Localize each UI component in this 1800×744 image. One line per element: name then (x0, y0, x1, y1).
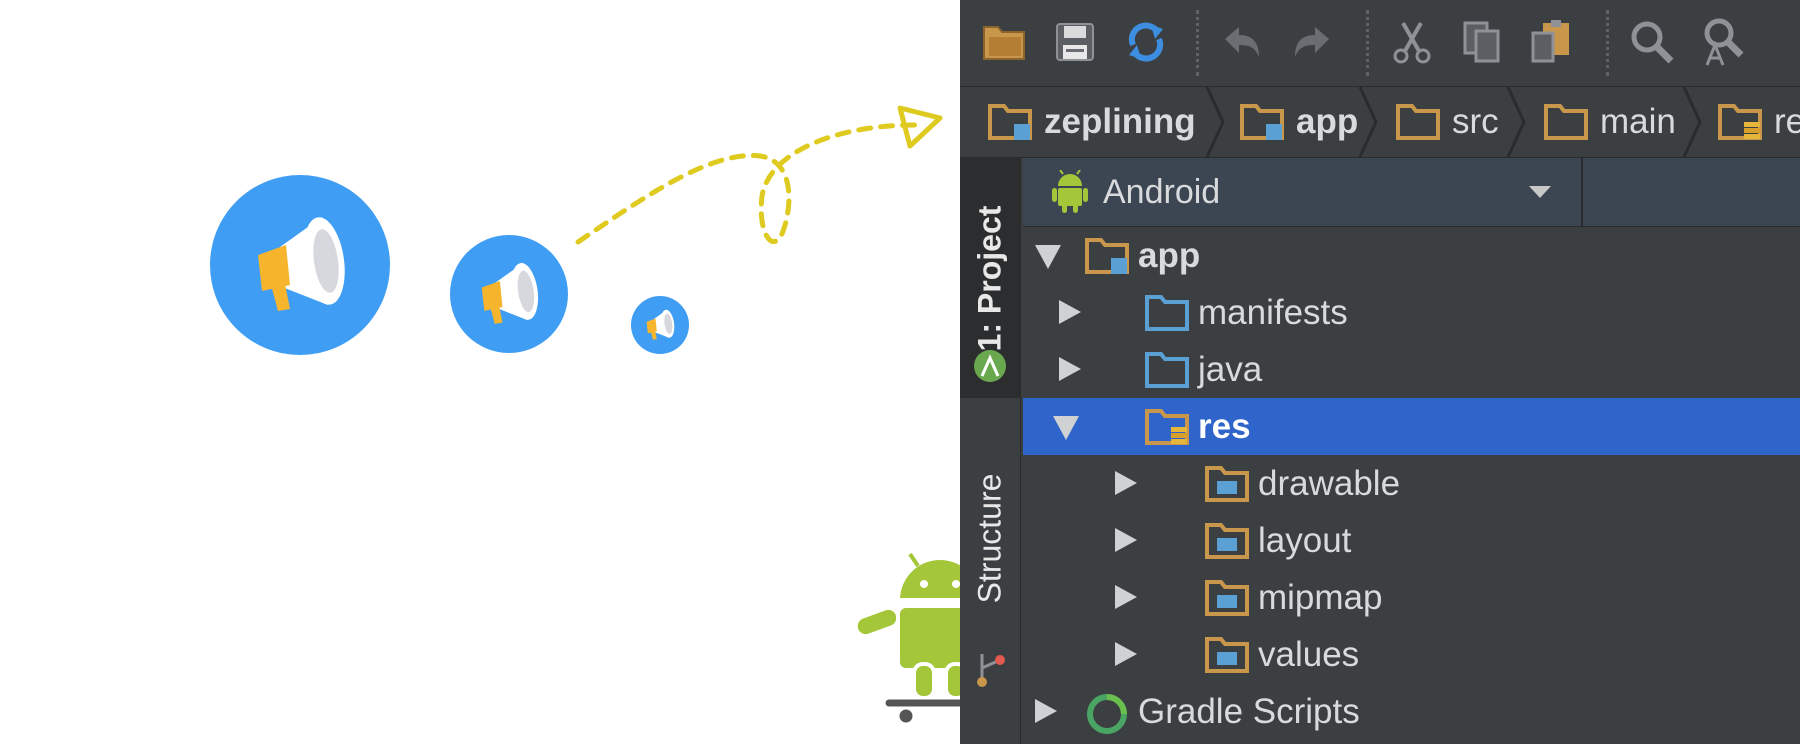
tree-row-java[interactable]: java (1023, 341, 1800, 398)
project-tree: app manifests java res drawable layout m… (1023, 227, 1800, 744)
module-folder-icon (1240, 104, 1284, 140)
breadcrumb-item[interactable]: main (1544, 87, 1676, 157)
megaphone-icon-medium (450, 235, 568, 353)
android-mascot (853, 552, 960, 726)
breadcrumb-label: zeplining (1044, 102, 1196, 141)
paste-button[interactable] (1526, 16, 1578, 68)
tree-row-layout[interactable]: layout (1023, 512, 1800, 569)
tree-row-label: java (1198, 350, 1263, 389)
tree-row-label: drawable (1258, 464, 1401, 503)
open-folder-icon (983, 26, 1025, 60)
tree-row-label: manifests (1198, 293, 1348, 332)
expand-toggle-icon[interactable] (1035, 245, 1061, 269)
save-icon (1056, 23, 1094, 61)
toolbar-separator (1606, 10, 1609, 76)
tree-row-manifests[interactable]: manifests (1023, 284, 1800, 341)
view-selector-dropdown[interactable]: Android (1023, 158, 1583, 226)
resource-subfolder-icon (1205, 523, 1249, 559)
tree-row-label: layout (1258, 521, 1352, 560)
collapse-toggle-icon[interactable] (1115, 642, 1137, 666)
tree-row-res[interactable]: res (1023, 398, 1800, 455)
collapse-toggle-icon[interactable] (1115, 585, 1137, 609)
megaphone-icon-small (631, 296, 689, 354)
breadcrumb-separator (1682, 87, 1702, 157)
cut-icon (1393, 22, 1431, 64)
megaphone-icon-large (210, 175, 390, 355)
collapse-toggle-icon[interactable] (1059, 300, 1081, 324)
tree-row-gradle-scripts[interactable]: Gradle Scripts (1023, 683, 1800, 740)
source-folder-icon (1145, 352, 1189, 388)
view-selector-bar: Android (1023, 158, 1800, 227)
undo-button[interactable] (1216, 16, 1268, 68)
view-selector-label: Android (1103, 172, 1221, 211)
folder-icon (1544, 104, 1588, 140)
find-icon (1631, 21, 1674, 64)
tree-row-label: mipmap (1258, 578, 1383, 617)
tree-row-label: app (1138, 236, 1201, 275)
tree-row-label: values (1258, 635, 1360, 674)
breadcrumb-item[interactable]: re (1718, 87, 1800, 157)
illustration (210, 105, 960, 726)
resource-subfolder-icon (1205, 580, 1249, 616)
breadcrumb-label: main (1600, 102, 1676, 141)
android-icon (1052, 170, 1088, 213)
collapse-toggle-icon[interactable] (1115, 528, 1137, 552)
replace-button[interactable] (1696, 16, 1748, 68)
chevron-down-icon (1529, 186, 1551, 198)
find-button[interactable] (1626, 16, 1678, 68)
paste-icon (1531, 20, 1569, 63)
gradle-icon (1087, 694, 1127, 734)
tree-row-values[interactable]: values (1023, 626, 1800, 683)
main-toolbar (960, 0, 1800, 87)
sync-button[interactable] (1120, 16, 1172, 68)
tree-row-mipmap[interactable]: mipmap (1023, 569, 1800, 626)
copy-button[interactable] (1456, 16, 1508, 68)
redo-icon (1295, 27, 1329, 57)
dashed-arrow (575, 105, 943, 245)
collapse-toggle-icon[interactable] (1059, 357, 1081, 381)
structure-icon (977, 654, 1005, 687)
tool-window-strip: 1: Project Structure (960, 158, 1021, 744)
replace-icon (1704, 18, 1744, 66)
tab-structure[interactable]: Structure (960, 408, 1020, 668)
resource-folder-icon (1145, 409, 1189, 445)
ide-panel: zeplining app src main re 1: Project Str… (960, 0, 1800, 744)
resource-subfolder-icon (1205, 466, 1249, 502)
tree-row-label: res (1198, 407, 1251, 446)
collapse-toggle-icon[interactable] (1035, 699, 1057, 723)
redo-button[interactable] (1286, 16, 1338, 68)
breadcrumb-separator (1205, 87, 1225, 157)
toolbar-separator (1366, 10, 1369, 76)
module-folder-icon (1085, 238, 1129, 274)
breadcrumb: zeplining app src main re (960, 87, 1800, 158)
breadcrumb-item[interactable]: zeplining (988, 87, 1196, 157)
cut-button[interactable] (1386, 16, 1438, 68)
module-folder-icon (988, 104, 1032, 140)
folder-icon (1396, 104, 1440, 140)
toolbar-separator (1196, 10, 1199, 76)
tree-row-app[interactable]: app (1023, 227, 1800, 284)
source-folder-icon (1145, 295, 1189, 331)
tree-row-drawable[interactable]: drawable (1023, 455, 1800, 512)
breadcrumb-item[interactable]: src (1396, 87, 1499, 157)
copy-icon (1463, 21, 1500, 63)
resource-subfolder-icon (1205, 637, 1249, 673)
expand-toggle-icon[interactable] (1053, 416, 1079, 440)
breadcrumb-label: src (1452, 102, 1499, 141)
tree-row-label: Gradle Scripts (1138, 692, 1360, 731)
breadcrumb-label: app (1296, 102, 1359, 141)
sync-icon (1128, 22, 1164, 62)
android-studio-icon (974, 350, 1006, 382)
open-folder-button[interactable] (978, 16, 1030, 68)
resource-folder-icon (1718, 104, 1762, 140)
undo-icon (1225, 27, 1259, 57)
tab-structure-label: Structure (971, 473, 1008, 603)
collapse-toggle-icon[interactable] (1115, 471, 1137, 495)
breadcrumb-separator (1358, 87, 1378, 157)
save-button[interactable] (1049, 16, 1101, 68)
breadcrumb-separator (1506, 87, 1526, 157)
breadcrumb-label: re (1774, 102, 1800, 141)
breadcrumb-item[interactable]: app (1240, 87, 1358, 157)
tab-project-label: 1: Project (971, 205, 1008, 351)
